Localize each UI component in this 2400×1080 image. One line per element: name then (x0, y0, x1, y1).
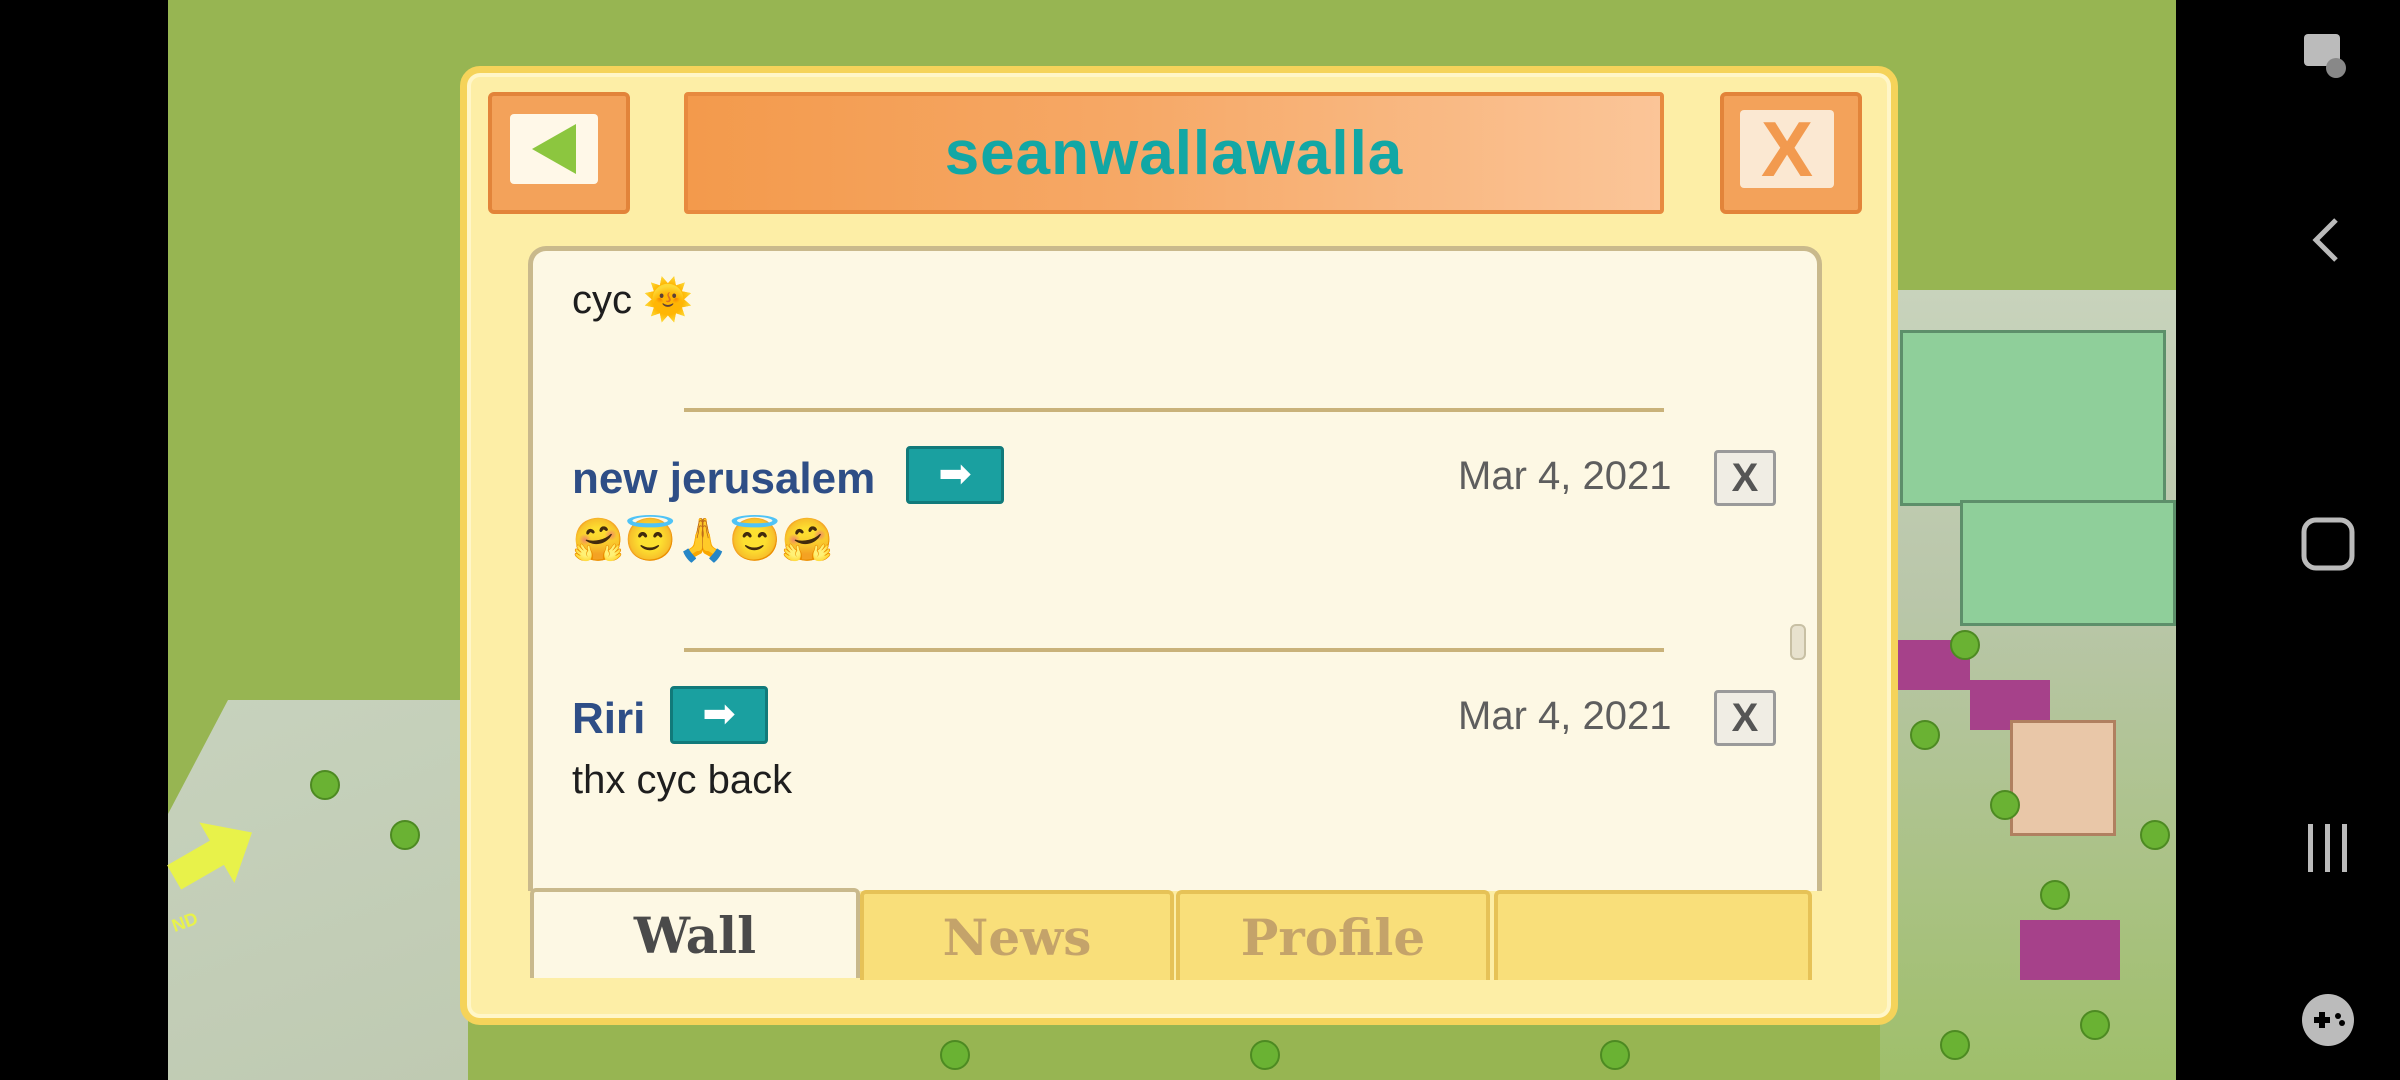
tree (1940, 1030, 1970, 1060)
tab-wall[interactable]: Wall (530, 888, 860, 978)
post-text: cyc 🌞 (572, 278, 693, 322)
tree (1950, 630, 1980, 660)
tree (1600, 1040, 1630, 1070)
title-bar: seanwallawalla (684, 92, 1664, 214)
city-left-area (168, 700, 468, 1080)
visit-city-button[interactable]: ➡ (906, 446, 1004, 504)
tree (310, 770, 340, 800)
post-author[interactable]: Riri (572, 694, 645, 744)
post-author[interactable]: new jerusalem (572, 454, 875, 504)
home-square-icon[interactable] (2298, 514, 2358, 574)
tree (940, 1040, 970, 1070)
building (1960, 500, 2176, 626)
post-text: 🤗😇🙏😇🤗 (572, 516, 834, 563)
back-arrow-icon (532, 124, 576, 174)
tree (1910, 720, 1940, 750)
back-button[interactable] (488, 92, 630, 214)
house-roof (2020, 920, 2120, 980)
delete-post-button[interactable]: X (1714, 450, 1776, 506)
post-date: Mar 4, 2021 (1458, 694, 1672, 738)
tree (1250, 1040, 1280, 1070)
close-button[interactable]: X (1720, 92, 1862, 214)
back-button-face (510, 114, 598, 184)
tree (390, 820, 420, 850)
tree (2080, 1010, 2110, 1040)
game-controller-icon[interactable] (2298, 990, 2358, 1050)
tab-profile[interactable]: Profile (1176, 890, 1490, 980)
building (1900, 330, 2166, 506)
close-icon: X (1740, 110, 1834, 188)
back-chevron-icon[interactable] (2298, 210, 2358, 270)
post-divider (684, 648, 1664, 652)
recents-icon[interactable] (2298, 818, 2358, 878)
scrollbar-thumb[interactable] (1790, 624, 1806, 660)
visit-city-button[interactable]: ➡ (670, 686, 768, 744)
building (2010, 720, 2116, 836)
post-date: Mar 4, 2021 (1458, 454, 1672, 498)
post-text: thx cyc back (572, 758, 793, 802)
post-divider (684, 408, 1664, 412)
tab-news[interactable]: News (860, 890, 1174, 980)
tree (2040, 880, 2070, 910)
screen-touch-icon[interactable] (2298, 28, 2358, 88)
tree (1990, 790, 2020, 820)
letterbox-left (0, 0, 168, 1080)
tree (2140, 820, 2170, 850)
delete-post-button[interactable]: X (1714, 690, 1776, 746)
tab-empty (1494, 890, 1812, 980)
system-nav-bar (2176, 0, 2400, 1080)
dialog-title: seanwallawalla (944, 118, 1404, 188)
